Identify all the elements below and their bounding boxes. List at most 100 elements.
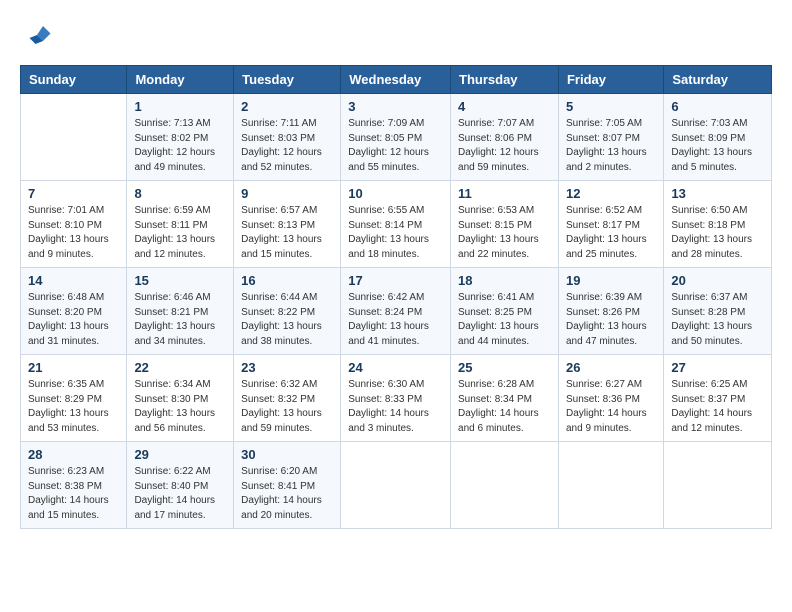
day-number: 15 (134, 273, 226, 288)
day-number: 18 (458, 273, 551, 288)
cell-info: Sunrise: 7:01 AMSunset: 8:10 PMDaylight:… (28, 204, 119, 262)
calendar-cell: 19 Sunrise: 6:39 AMSunset: 8:26 PMDayligh… (558, 268, 663, 355)
weekday-header-friday: Friday (558, 66, 663, 94)
day-number: 30 (241, 447, 333, 462)
calendar-cell: 22Sunrise: 6:34 AMSunset: 8:30 PMDayligh… (127, 355, 234, 442)
cell-info: Sunrise: 6:28 AMSunset: 8:34 PMDaylight:… (458, 378, 551, 436)
calendar-cell: 30Sunrise: 6:20 AMSunset: 8:41 PMDayligh… (234, 442, 341, 529)
day-number: 4 (458, 99, 551, 114)
cell-info: Sunrise: 6:23 AMSunset: 8:38 PMDaylight:… (28, 465, 119, 523)
calendar-cell: 16 Sunrise: 6:44 AMSunset: 8:22 PMDayligh… (234, 268, 341, 355)
day-number: 10 (348, 186, 443, 201)
day-number: 19 (566, 273, 656, 288)
calendar-cell: 6 Sunrise: 7:03 AMSunset: 8:09 PMDaylight… (664, 94, 772, 181)
cell-info: Sunrise: 7:07 AMSunset: 8:06 PMDaylight:… (458, 117, 551, 175)
day-number: 27 (671, 360, 764, 375)
day-number: 2 (241, 99, 333, 114)
calendar-cell (451, 442, 559, 529)
calendar-cell: 17 Sunrise: 6:42 AMSunset: 8:24 PMDayligh… (341, 268, 451, 355)
cell-info: Sunrise: 6:59 AMSunset: 8:11 PMDaylight:… (134, 204, 226, 262)
cell-info: Sunrise: 6:44 AMSunset: 8:22 PMDaylight:… (241, 291, 333, 349)
cell-info: Sunrise: 6:57 AMSunset: 8:13 PMDaylight:… (241, 204, 333, 262)
cell-info: Sunrise: 6:39 AMSunset: 8:26 PMDaylight:… (566, 291, 656, 349)
cell-info: Sunrise: 6:48 AMSunset: 8:20 PMDaylight:… (28, 291, 119, 349)
cell-info: Sunrise: 6:55 AMSunset: 8:14 PMDaylight:… (348, 204, 443, 262)
calendar-cell: 1 Sunrise: 7:13 AMSunset: 8:02 PMDaylight… (127, 94, 234, 181)
calendar-cell: 25 Sunrise: 6:28 AMSunset: 8:34 PMDayligh… (451, 355, 559, 442)
cell-info: Sunrise: 6:46 AMSunset: 8:21 PMDaylight:… (134, 291, 226, 349)
calendar-cell: 3 Sunrise: 7:09 AMSunset: 8:05 PMDaylight… (341, 94, 451, 181)
weekday-header-tuesday: Tuesday (234, 66, 341, 94)
cell-info: Sunrise: 6:53 AMSunset: 8:15 PMDaylight:… (458, 204, 551, 262)
calendar-cell: 21 Sunrise: 6:35 AMSunset: 8:29 PMDayligh… (21, 355, 127, 442)
logo-icon (22, 20, 52, 50)
calendar-cell: 15 Sunrise: 6:46 AMSunset: 8:21 PMDayligh… (127, 268, 234, 355)
day-number: 24 (348, 360, 443, 375)
cell-info: Sunrise: 7:09 AMSunset: 8:05 PMDaylight:… (348, 117, 443, 175)
day-number: 21 (28, 360, 119, 375)
day-number: 26 (566, 360, 656, 375)
day-number: 14 (28, 273, 119, 288)
calendar-cell: 13 Sunrise: 6:50 AMSunset: 8:18 PMDayligh… (664, 181, 772, 268)
week-row-1: 1 Sunrise: 7:13 AMSunset: 8:02 PMDaylight… (21, 94, 772, 181)
cell-info: Sunrise: 6:41 AMSunset: 8:25 PMDaylight:… (458, 291, 551, 349)
cell-info: Sunrise: 6:22 AMSunset: 8:40 PMDaylight:… (134, 465, 226, 523)
cell-info: Sunrise: 6:34 AMSunset: 8:30 PMDaylight:… (134, 378, 226, 436)
calendar-table: SundayMondayTuesdayWednesdayThursdayFrid… (20, 65, 772, 529)
cell-info: Sunrise: 6:35 AMSunset: 8:29 PMDaylight:… (28, 378, 119, 436)
cell-info: Sunrise: 7:13 AMSunset: 8:02 PMDaylight:… (134, 117, 226, 175)
logo (20, 20, 52, 55)
cell-info: Sunrise: 6:32 AMSunset: 8:32 PMDaylight:… (241, 378, 333, 436)
calendar-cell: 14 Sunrise: 6:48 AMSunset: 8:20 PMDayligh… (21, 268, 127, 355)
calendar-cell: 24 Sunrise: 6:30 AMSunset: 8:33 PMDayligh… (341, 355, 451, 442)
cell-info: Sunrise: 6:37 AMSunset: 8:28 PMDaylight:… (671, 291, 764, 349)
calendar-cell: 4 Sunrise: 7:07 AMSunset: 8:06 PMDaylight… (451, 94, 559, 181)
calendar-cell: 23 Sunrise: 6:32 AMSunset: 8:32 PMDayligh… (234, 355, 341, 442)
day-number: 25 (458, 360, 551, 375)
calendar-cell: 26 Sunrise: 6:27 AMSunset: 8:36 PMDayligh… (558, 355, 663, 442)
weekday-header-sunday: Sunday (21, 66, 127, 94)
calendar-cell: 12Sunrise: 6:52 AMSunset: 8:17 PMDayligh… (558, 181, 663, 268)
week-row-4: 21 Sunrise: 6:35 AMSunset: 8:29 PMDayligh… (21, 355, 772, 442)
day-number: 23 (241, 360, 333, 375)
calendar-cell: 29Sunrise: 6:22 AMSunset: 8:40 PMDayligh… (127, 442, 234, 529)
calendar-cell (21, 94, 127, 181)
calendar-cell: 10 Sunrise: 6:55 AMSunset: 8:14 PMDayligh… (341, 181, 451, 268)
calendar-cell: 11 Sunrise: 6:53 AMSunset: 8:15 PMDayligh… (451, 181, 559, 268)
cell-info: Sunrise: 6:30 AMSunset: 8:33 PMDaylight:… (348, 378, 443, 436)
cell-info: Sunrise: 6:50 AMSunset: 8:18 PMDaylight:… (671, 204, 764, 262)
calendar-cell (558, 442, 663, 529)
week-row-2: 7 Sunrise: 7:01 AMSunset: 8:10 PMDaylight… (21, 181, 772, 268)
cell-info: Sunrise: 6:25 AMSunset: 8:37 PMDaylight:… (671, 378, 764, 436)
day-number: 13 (671, 186, 764, 201)
cell-info: Sunrise: 6:27 AMSunset: 8:36 PMDaylight:… (566, 378, 656, 436)
weekday-header-row: SundayMondayTuesdayWednesdayThursdayFrid… (21, 66, 772, 94)
day-number: 20 (671, 273, 764, 288)
day-number: 6 (671, 99, 764, 114)
day-number: 7 (28, 186, 119, 201)
weekday-header-thursday: Thursday (451, 66, 559, 94)
cell-info: Sunrise: 6:42 AMSunset: 8:24 PMDaylight:… (348, 291, 443, 349)
weekday-header-wednesday: Wednesday (341, 66, 451, 94)
calendar-cell: 20 Sunrise: 6:37 AMSunset: 8:28 PMDayligh… (664, 268, 772, 355)
cell-info: Sunrise: 7:05 AMSunset: 8:07 PMDaylight:… (566, 117, 656, 175)
calendar-cell: 2Sunrise: 7:11 AMSunset: 8:03 PMDaylight… (234, 94, 341, 181)
calendar-cell: 18 Sunrise: 6:41 AMSunset: 8:25 PMDayligh… (451, 268, 559, 355)
day-number: 1 (134, 99, 226, 114)
cell-info: Sunrise: 6:52 AMSunset: 8:17 PMDaylight:… (566, 204, 656, 262)
day-number: 16 (241, 273, 333, 288)
day-number: 17 (348, 273, 443, 288)
calendar-cell (341, 442, 451, 529)
cell-info: Sunrise: 7:03 AMSunset: 8:09 PMDaylight:… (671, 117, 764, 175)
calendar-cell: 27 Sunrise: 6:25 AMSunset: 8:37 PMDayligh… (664, 355, 772, 442)
page-header (20, 20, 772, 55)
day-number: 5 (566, 99, 656, 114)
calendar-cell: 9Sunrise: 6:57 AMSunset: 8:13 PMDaylight… (234, 181, 341, 268)
calendar-cell: 7 Sunrise: 7:01 AMSunset: 8:10 PMDaylight… (21, 181, 127, 268)
day-number: 11 (458, 186, 551, 201)
week-row-5: 28Sunrise: 6:23 AMSunset: 8:38 PMDayligh… (21, 442, 772, 529)
day-number: 3 (348, 99, 443, 114)
weekday-header-saturday: Saturday (664, 66, 772, 94)
calendar-cell: 28Sunrise: 6:23 AMSunset: 8:38 PMDayligh… (21, 442, 127, 529)
calendar-cell: 5 Sunrise: 7:05 AMSunset: 8:07 PMDaylight… (558, 94, 663, 181)
